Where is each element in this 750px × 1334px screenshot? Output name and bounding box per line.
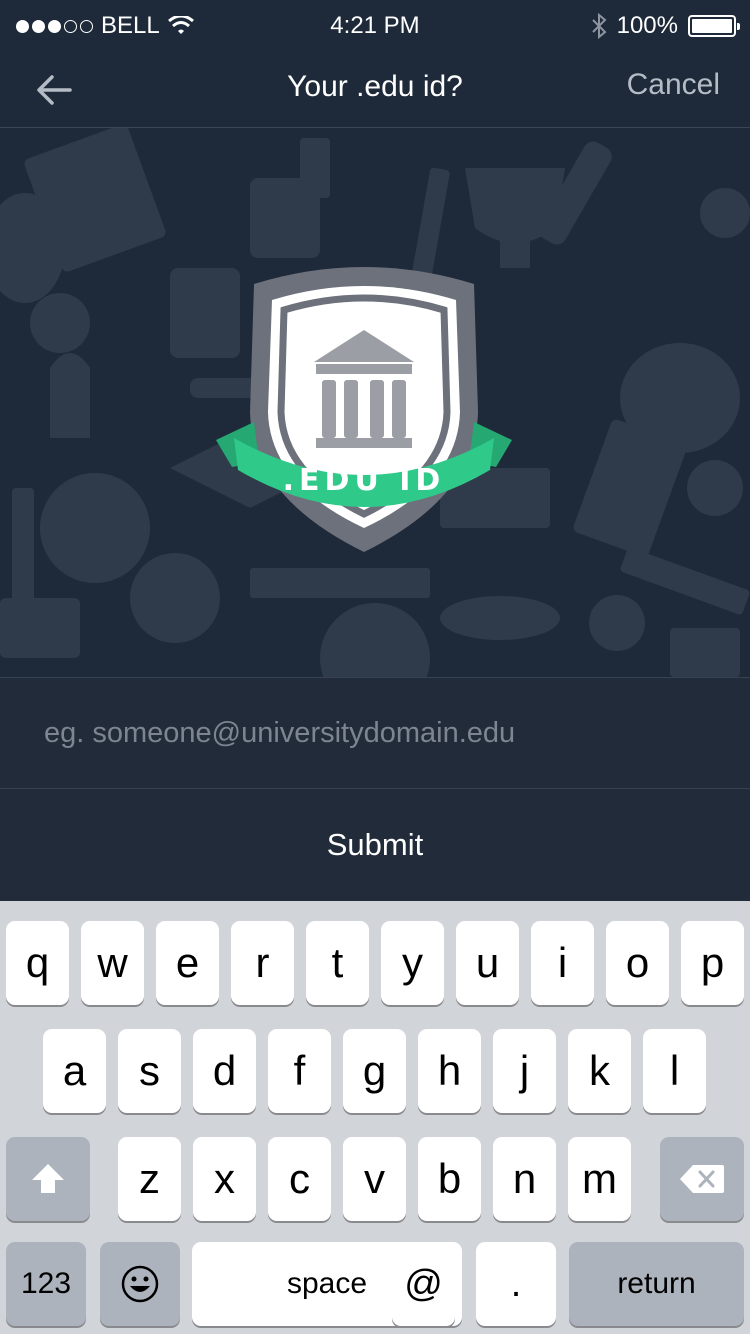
- key-m[interactable]: m: [568, 1137, 631, 1221]
- key-b[interactable]: b: [418, 1137, 481, 1221]
- key-h[interactable]: h: [418, 1029, 481, 1113]
- key-o[interactable]: o: [606, 921, 669, 1005]
- badge-label: .EDU ID: [283, 463, 446, 498]
- key-g[interactable]: g: [343, 1029, 406, 1113]
- key-y[interactable]: y: [381, 921, 444, 1005]
- emoji-key[interactable]: [100, 1242, 180, 1326]
- email-input-row: [0, 677, 750, 789]
- keyboard: q w e r t y u i o p a s d f g h j k l z …: [0, 901, 750, 1334]
- key-z[interactable]: z: [118, 1137, 181, 1221]
- shift-key[interactable]: [6, 1137, 90, 1221]
- shift-arrow-icon: [32, 1164, 64, 1193]
- bluetooth-icon: [591, 13, 607, 39]
- delete-key[interactable]: [660, 1137, 744, 1221]
- edu-email-field[interactable]: [0, 678, 750, 788]
- submit-button[interactable]: Submit: [0, 789, 750, 901]
- key-r[interactable]: r: [231, 921, 294, 1005]
- key-c[interactable]: c: [268, 1137, 331, 1221]
- key-f[interactable]: f: [268, 1029, 331, 1113]
- backspace-icon: [680, 1165, 724, 1193]
- battery-icon: [688, 15, 740, 37]
- edu-id-badge-logo: .EDU ID: [216, 267, 512, 552]
- emoji-smiley-icon: [121, 1265, 159, 1303]
- key-w[interactable]: w: [81, 921, 144, 1005]
- key-e[interactable]: e: [156, 921, 219, 1005]
- battery-percentage: 100%: [616, 12, 678, 39]
- key-a[interactable]: a: [43, 1029, 106, 1113]
- key-v[interactable]: v: [343, 1137, 406, 1221]
- key-j[interactable]: j: [493, 1029, 556, 1113]
- key-t[interactable]: t: [306, 921, 369, 1005]
- key-d[interactable]: d: [193, 1029, 256, 1113]
- return-key[interactable]: return: [569, 1242, 744, 1326]
- key-p[interactable]: p: [681, 921, 744, 1005]
- key-i[interactable]: i: [531, 921, 594, 1005]
- key-x[interactable]: x: [193, 1137, 256, 1221]
- key-n[interactable]: n: [493, 1137, 556, 1221]
- navigation-bar: Your .edu id? Cancel: [0, 52, 750, 128]
- key-l[interactable]: l: [643, 1029, 706, 1113]
- status-right: 100%: [591, 12, 740, 40]
- at-key[interactable]: @: [392, 1242, 455, 1326]
- header-area: BELL 4:21 PM 100% Your .edu id? Cancel .…: [0, 0, 750, 677]
- key-u[interactable]: u: [456, 921, 519, 1005]
- submit-row: Submit: [0, 789, 750, 901]
- numbers-key[interactable]: 123: [6, 1242, 86, 1326]
- status-bar: BELL 4:21 PM 100%: [0, 0, 750, 52]
- dot-key[interactable]: .: [476, 1242, 556, 1326]
- cancel-button[interactable]: Cancel: [627, 68, 720, 102]
- key-k[interactable]: k: [568, 1029, 631, 1113]
- key-q[interactable]: q: [6, 921, 69, 1005]
- key-s[interactable]: s: [118, 1029, 181, 1113]
